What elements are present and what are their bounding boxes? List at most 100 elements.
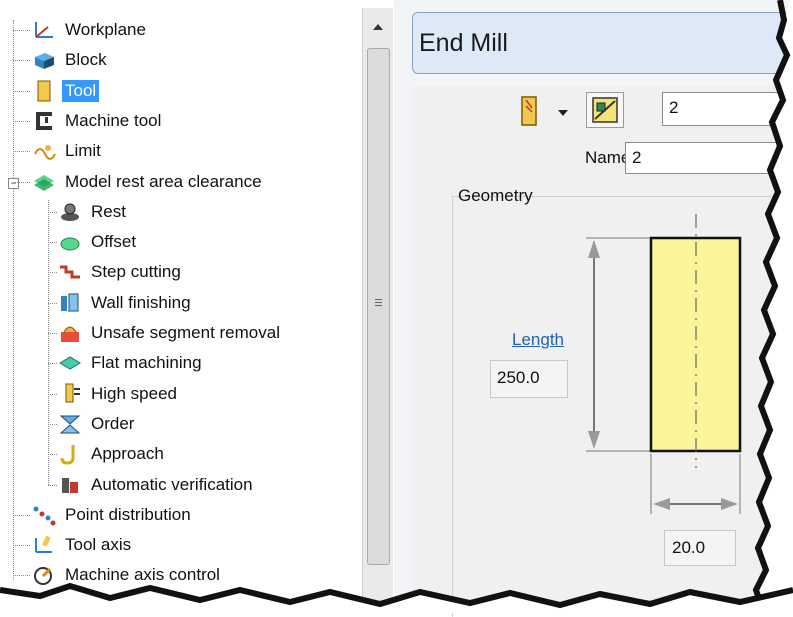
tree-connector bbox=[48, 423, 57, 425]
tree-item-label: Automatic verification bbox=[91, 474, 253, 494]
flat-machining-icon bbox=[58, 352, 82, 374]
approach-icon bbox=[58, 443, 82, 465]
tree-item-label: Model rest area clearance bbox=[65, 171, 262, 191]
length-link[interactable]: Length bbox=[512, 330, 564, 350]
tree-item[interactable]: Tool axis bbox=[32, 532, 134, 558]
arrow-left-icon bbox=[653, 498, 670, 510]
tree-connector bbox=[48, 363, 57, 365]
tree-connector bbox=[48, 393, 57, 395]
tree-item[interactable]: Machine axis control bbox=[32, 562, 223, 588]
tree-item-label: Unsafe segment removal bbox=[91, 323, 280, 342]
tree-connector bbox=[13, 90, 30, 92]
title-bar: End Mill bbox=[412, 12, 793, 74]
verification-icon bbox=[58, 474, 82, 496]
model-rest-icon bbox=[32, 171, 56, 193]
rest-icon bbox=[58, 201, 82, 223]
tree-item-label: Machine tool bbox=[65, 110, 162, 130]
tree-item[interactable]: High speed bbox=[58, 381, 180, 407]
tree-item-label: Machine axis control bbox=[65, 565, 220, 585]
tree-item-label: Tool bbox=[62, 79, 100, 102]
tree-connector bbox=[13, 151, 30, 153]
scrollbar-thumb[interactable] bbox=[367, 48, 390, 565]
tree-connector bbox=[48, 454, 57, 456]
geometry-label: Geometry bbox=[458, 186, 533, 205]
tree-item-label: Point distribution bbox=[65, 504, 191, 524]
tree-item-label: High speed bbox=[91, 383, 178, 403]
tree-item-label: Block bbox=[65, 50, 107, 70]
tree-connector bbox=[48, 242, 57, 244]
tree-connector bbox=[13, 120, 30, 122]
tree-item-label: Workplane bbox=[65, 20, 146, 39]
tree-item[interactable]: Step cutting bbox=[58, 259, 184, 285]
tree-connector bbox=[48, 333, 57, 334]
arrow-right-icon bbox=[721, 498, 738, 510]
tree-item[interactable]: Point distribution bbox=[32, 502, 194, 528]
tree-item[interactable]: Tool bbox=[32, 78, 100, 104]
tree-item[interactable]: Machine tool bbox=[32, 108, 164, 134]
tree-item[interactable]: Wall finishing bbox=[58, 290, 194, 316]
diameter-field[interactable]: 20.0 bbox=[664, 530, 736, 566]
tree-connector bbox=[13, 60, 30, 62]
tree-item[interactable]: Model rest area clearance bbox=[32, 169, 265, 195]
tree-item[interactable]: Block bbox=[32, 47, 110, 73]
arrow-down-icon bbox=[588, 431, 600, 449]
tool-library-button[interactable] bbox=[586, 92, 624, 128]
tree-connector bbox=[48, 302, 57, 304]
tree-item[interactable]: Flat machining bbox=[58, 350, 205, 376]
expand-collapse-toggle[interactable]: − bbox=[8, 178, 19, 189]
machine-axis-icon bbox=[32, 564, 56, 586]
tree-item[interactable]: Automatic verification bbox=[58, 472, 256, 498]
tool-geometry-diagram bbox=[586, 214, 742, 514]
step-cutting-icon bbox=[58, 261, 82, 283]
tree-item-label: Tool axis bbox=[65, 535, 132, 555]
tree-item-label: Wall finishing bbox=[91, 292, 191, 312]
end-mill-icon bbox=[521, 96, 537, 126]
tree-item[interactable]: Offset bbox=[58, 229, 139, 255]
tool-axis-icon bbox=[32, 534, 56, 556]
tree-item-label: Approach bbox=[91, 444, 164, 464]
tree-connector bbox=[13, 545, 30, 547]
tool-icon bbox=[32, 80, 56, 102]
scroll-up-arrow-icon[interactable] bbox=[373, 24, 383, 30]
tree-connector bbox=[13, 181, 30, 183]
tree-item-label: Limit bbox=[65, 141, 101, 161]
unsafe-segment-icon bbox=[58, 322, 82, 344]
tree-item-label: Offset bbox=[91, 232, 137, 252]
point-distribution-icon bbox=[32, 504, 56, 526]
tree-item[interactable]: Approach bbox=[58, 441, 167, 467]
workplane-icon bbox=[32, 19, 56, 41]
tree-item[interactable]: Workplane bbox=[32, 17, 149, 43]
panel-title: End Mill bbox=[419, 29, 508, 57]
tree-panel: − Workplane Block Tool Machine tool Limit Mod… bbox=[0, 8, 362, 613]
tree-connector bbox=[48, 484, 57, 486]
tree-item[interactable]: Limit bbox=[32, 138, 104, 164]
tool-type-button[interactable] bbox=[516, 94, 542, 128]
length-field[interactable]: 250.0 bbox=[490, 360, 568, 398]
tree-connector bbox=[13, 30, 30, 31]
editor-content: 2 Name 2 Geometry Length 250.0 20.0 bbox=[412, 86, 793, 617]
tree-item[interactable]: Unsafe segment removal bbox=[58, 320, 283, 346]
arrow-up-icon bbox=[588, 240, 600, 258]
high-speed-icon bbox=[58, 383, 82, 405]
name-field[interactable]: 2 bbox=[625, 142, 793, 174]
tree-item-label: Order bbox=[91, 413, 135, 433]
name-label: Name bbox=[585, 148, 631, 167]
tool-library-icon bbox=[592, 97, 618, 123]
tree-scrollbar[interactable] bbox=[362, 8, 393, 613]
limit-icon bbox=[32, 140, 56, 162]
tool-editor-panel: End Mill 2 Name 2 Geometry Length 250.0 bbox=[394, 0, 793, 617]
tree-item[interactable]: Order bbox=[58, 411, 137, 437]
block-icon bbox=[32, 49, 56, 71]
tree-item[interactable]: Rest bbox=[58, 199, 129, 225]
tool-number-field[interactable]: 2 bbox=[662, 92, 793, 126]
tree-connector bbox=[13, 20, 14, 580]
tree-item-label: Flat machining bbox=[91, 353, 202, 373]
order-icon bbox=[58, 413, 82, 435]
tree-connector bbox=[13, 575, 30, 577]
tree-item-label: Step cutting bbox=[91, 262, 181, 282]
grip-icon bbox=[375, 299, 382, 308]
tree-connector bbox=[48, 272, 57, 274]
machine-tool-icon bbox=[32, 110, 56, 132]
dropdown-arrow-icon[interactable] bbox=[558, 110, 568, 116]
tree-connector bbox=[13, 514, 30, 516]
